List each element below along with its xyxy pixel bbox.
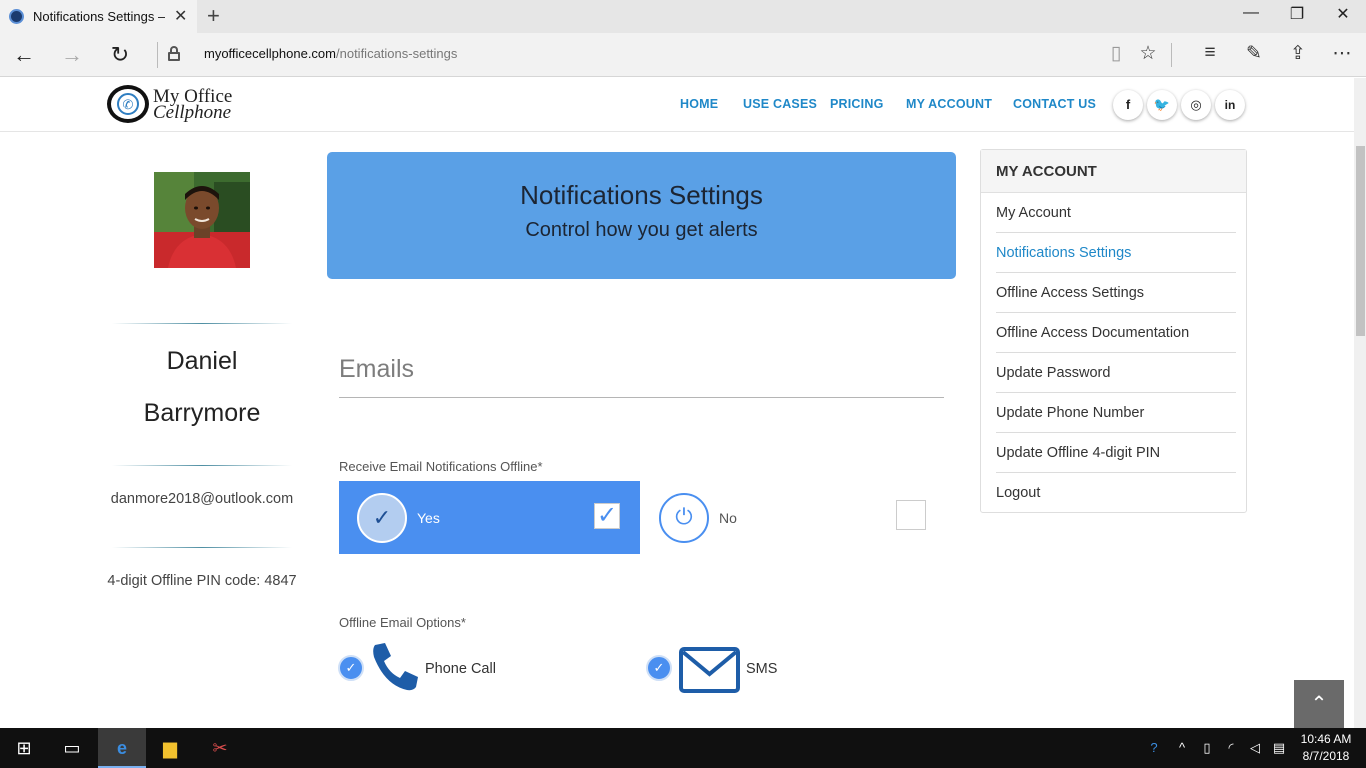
hub-icon[interactable]: ≡ <box>1195 42 1225 64</box>
new-tab-button[interactable]: + <box>207 3 220 29</box>
sidebar-item-notifications-settings[interactable]: Notifications Settings <box>996 233 1236 273</box>
sidebar-heading: MY ACCOUNT <box>996 163 1097 180</box>
account-sidebar: MY ACCOUNT My Account Notifications Sett… <box>980 149 1247 513</box>
taskbar: ⊞ ▭ e ▆ ✂ ? ^ ▯ ◜ ◁ ▤ 10:46 AM 8/7/2018 <box>0 728 1366 768</box>
offline-email-options-label: Offline Email Options* <box>339 615 466 630</box>
browser-address-bar: ← → ↻ myofficecellphone.com/notification… <box>0 33 1366 77</box>
chevron-up-icon[interactable]: ^ <box>1172 728 1192 768</box>
browser-tab-bar: Notifications Settings – I ✕ + — ❐ ✕ <box>0 0 1366 33</box>
browser-tab[interactable]: Notifications Settings – I ✕ <box>0 0 197 33</box>
site-header: ✆ My Office Cellphone HOME USE CASES PRI… <box>0 78 1354 132</box>
url-field[interactable]: myofficecellphone.com/notifications-sett… <box>204 46 457 61</box>
sms-label: SMS <box>746 661 778 677</box>
sidebar-header: MY ACCOUNT <box>981 150 1246 193</box>
back-to-top-button[interactable]: ⌃ <box>1294 680 1344 728</box>
favorite-star-icon[interactable]: ☆ <box>1133 42 1163 65</box>
forward-arrow-icon[interactable]: → <box>57 42 87 68</box>
profile-last-name: Barrymore <box>143 399 261 427</box>
sidebar-item-offline-access-documentation[interactable]: Offline Access Documentation <box>996 313 1236 353</box>
sidebar-item-update-phone-number[interactable]: Update Phone Number <box>996 393 1236 433</box>
avatar <box>154 172 250 268</box>
restore-button[interactable]: ❐ <box>1274 4 1320 24</box>
profile-first-name: Daniel <box>166 347 238 375</box>
page-subtitle: Control how you get alerts <box>525 219 758 241</box>
volume-muted-icon[interactable]: ◁ <box>1244 728 1266 768</box>
app-icon[interactable]: ✂ <box>196 728 244 768</box>
sidebar-item-update-offline-pin[interactable]: Update Offline 4-digit PIN <box>996 433 1236 473</box>
minimize-button[interactable]: — <box>1228 4 1274 22</box>
phone-icon <box>373 643 418 691</box>
profile-pin: 4-digit Offline PIN code: 4847 <box>107 573 297 589</box>
twitter-icon[interactable]: 🐦 <box>1147 90 1177 120</box>
phone-call-label: Phone Call <box>425 661 496 677</box>
sidebar-item-logout[interactable]: Logout <box>996 473 1236 513</box>
phone-call-checkbox[interactable]: ✓ <box>338 655 364 681</box>
windows-start-icon[interactable]: ⊞ <box>0 728 48 768</box>
nav-pricing[interactable]: PRICING <box>830 97 884 111</box>
wifi-icon[interactable]: ◜ <box>1220 728 1242 768</box>
nav-contact-us[interactable]: CONTACT US <box>1013 97 1096 111</box>
tab-title: Notifications Settings – I <box>33 9 165 24</box>
tab-close-icon[interactable]: ✕ <box>174 6 187 26</box>
profile-email: danmore2018@outlook.com <box>110 491 294 507</box>
instagram-icon[interactable]: ◎ <box>1181 90 1211 120</box>
back-arrow-icon[interactable]: ← <box>9 42 39 68</box>
lock-icon[interactable] <box>168 46 180 61</box>
page-title: Notifications Settings <box>520 180 763 210</box>
divider <box>112 465 292 466</box>
scrollbar-thumb[interactable] <box>1356 146 1365 336</box>
yes-checkbox[interactable]: ✓ <box>594 503 620 529</box>
close-window-button[interactable]: ✕ <box>1320 4 1366 24</box>
task-view-icon[interactable]: ▭ <box>48 728 96 768</box>
power-icon[interactable]: ⏻ <box>659 493 709 543</box>
divider <box>1171 43 1172 67</box>
sms-checkbox[interactable]: ✓ <box>646 655 672 681</box>
battery-icon[interactable]: ▯ <box>1196 728 1218 768</box>
clock-date: 8/7/2018 <box>1302 749 1350 763</box>
refresh-icon[interactable]: ↻ <box>105 42 135 68</box>
edge-browser-icon[interactable]: e <box>98 728 146 768</box>
web-note-icon[interactable]: ✎ <box>1239 42 1269 65</box>
sidebar-item-my-account[interactable]: My Account <box>996 193 1236 233</box>
sidebar-item-offline-access-settings[interactable]: Offline Access Settings <box>996 273 1236 313</box>
receive-email-label: Receive Email Notifications Offline* <box>339 459 543 474</box>
url-domain: myofficecellphone.com <box>204 46 336 61</box>
help-icon[interactable]: ? <box>1142 728 1166 768</box>
file-explorer-icon[interactable]: ▆ <box>146 728 194 768</box>
more-icon[interactable]: ⋯ <box>1327 42 1357 65</box>
linkedin-icon[interactable]: in <box>1215 90 1245 120</box>
option-yes[interactable]: ✓ Yes ✓ <box>339 481 640 554</box>
nav-use-cases[interactable]: USE CASES <box>743 97 817 111</box>
nav-home[interactable]: HOME <box>680 97 718 111</box>
no-checkbox[interactable] <box>896 500 926 530</box>
url-path: /notifications-settings <box>336 46 458 61</box>
facebook-icon[interactable]: f <box>1113 90 1143 120</box>
logo-icon[interactable]: ✆ <box>107 85 149 123</box>
sidebar-item-update-password[interactable]: Update Password <box>996 353 1236 393</box>
clock-time: 10:46 AM <box>1300 732 1352 746</box>
mail-icon <box>679 647 740 693</box>
check-icon: ✓ <box>357 493 407 543</box>
option-yes-label: Yes <box>417 510 440 526</box>
page-banner: Notifications Settings Control how you g… <box>327 152 956 279</box>
divider <box>112 323 292 324</box>
reading-view-icon[interactable]: ▯ <box>1101 42 1131 65</box>
nav-my-account[interactable]: MY ACCOUNT <box>906 97 992 111</box>
section-title-emails: Emails <box>339 355 415 383</box>
phone-logo-icon: ✆ <box>117 93 139 115</box>
taskbar-clock[interactable]: 10:46 AM 8/7/2018 <box>1296 731 1356 765</box>
divider <box>112 547 292 548</box>
notification-icon[interactable]: ▤ <box>1268 728 1290 768</box>
divider <box>339 397 944 398</box>
option-no-label[interactable]: No <box>719 510 737 526</box>
logo-text-sub[interactable]: Cellphone <box>153 102 231 124</box>
site-favicon-icon <box>9 9 24 24</box>
share-icon[interactable]: ⇪ <box>1283 42 1313 65</box>
divider <box>157 42 158 68</box>
